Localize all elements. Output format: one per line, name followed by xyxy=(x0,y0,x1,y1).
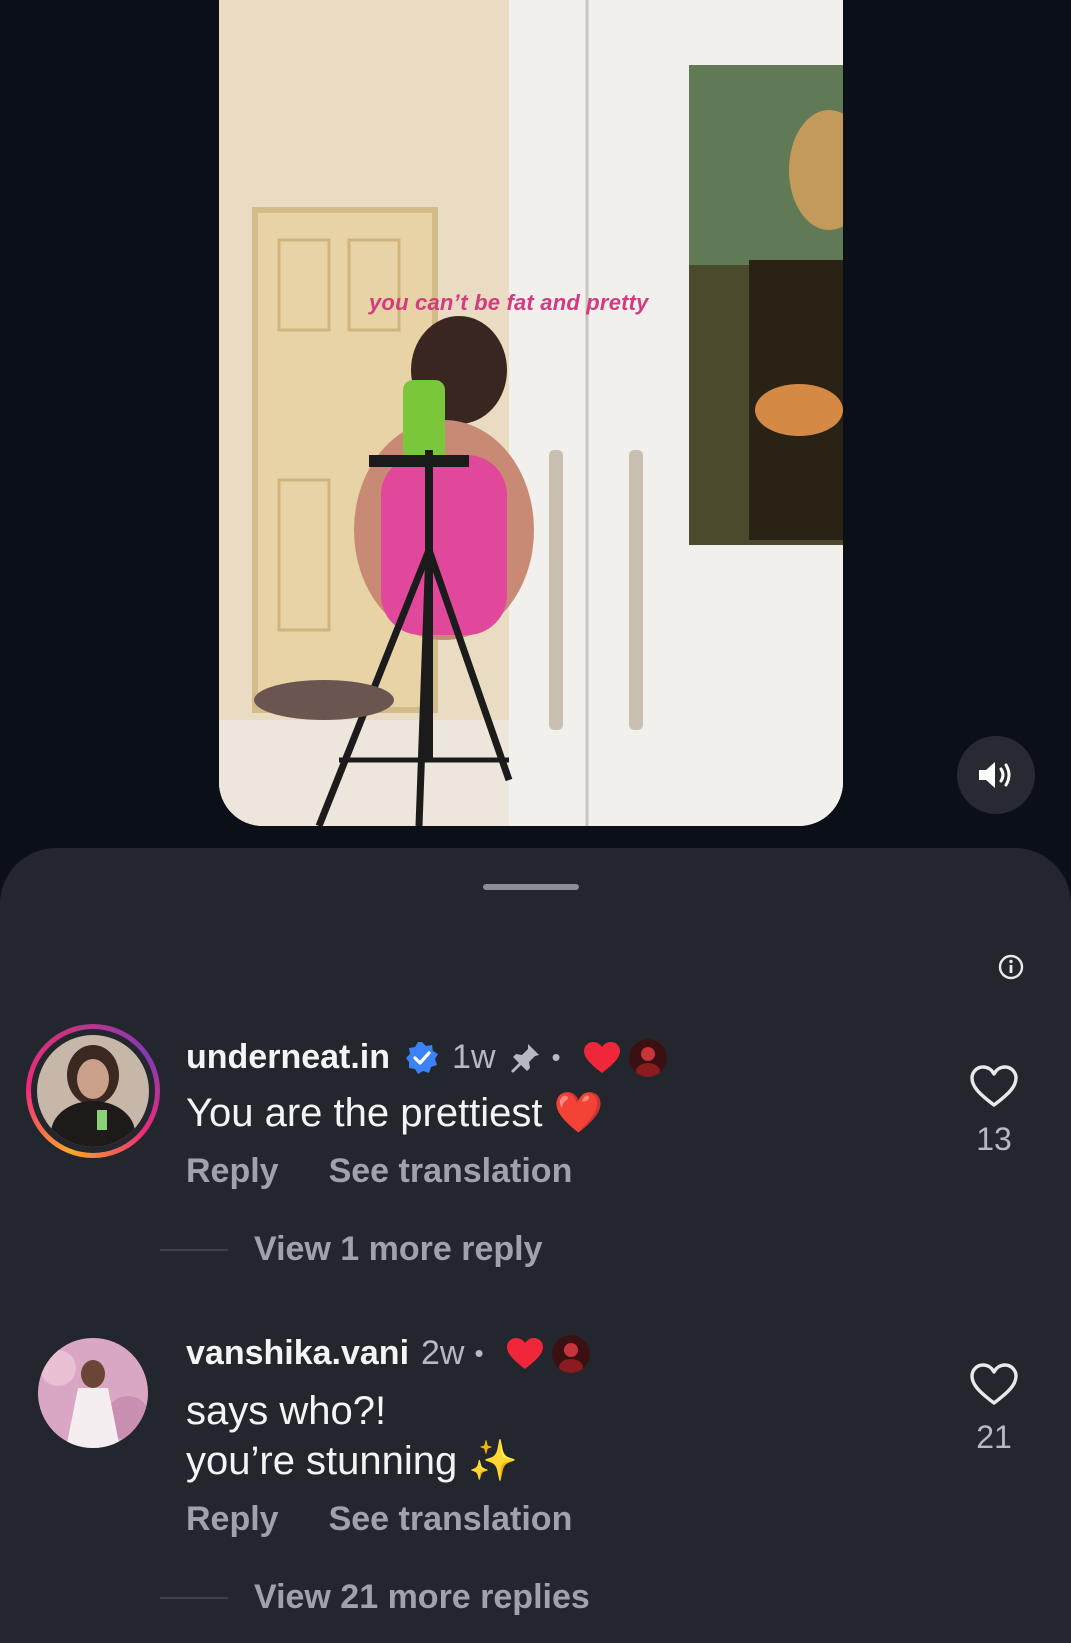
like-count: 13 xyxy=(976,1121,1012,1157)
comment-username[interactable]: underneat.in xyxy=(186,1038,390,1077)
sheet-drag-handle[interactable] xyxy=(483,884,579,890)
comment-like-button[interactable]: 13 xyxy=(960,1064,1028,1158)
video-player[interactable]: you can’t be fat and pretty xyxy=(219,0,843,826)
reply-button[interactable]: Reply xyxy=(186,1152,279,1191)
reply-button[interactable]: Reply xyxy=(186,1500,279,1539)
comment-text-line-2: you’re stunning ✨ xyxy=(186,1439,519,1483)
view-replies-button[interactable]: View 21 more replies xyxy=(160,1578,590,1617)
see-translation-button[interactable]: See translation xyxy=(329,1152,573,1191)
comment-like-button[interactable]: 21 xyxy=(960,1362,1028,1456)
see-translation-button[interactable]: See translation xyxy=(329,1500,573,1539)
avatar-story-ring[interactable] xyxy=(26,1024,160,1158)
separator-dot: • xyxy=(551,1042,561,1072)
avatar xyxy=(37,1035,149,1147)
like-heart-outline-icon xyxy=(970,1065,1018,1107)
replies-divider-line xyxy=(160,1248,228,1251)
creator-mini-avatar xyxy=(628,1038,667,1077)
creator-mini-avatar xyxy=(551,1334,590,1373)
view-replies-label: View 1 more reply xyxy=(254,1230,543,1268)
comment-header: vanshika.vani 2w • xyxy=(186,1334,590,1373)
video-frame-scene xyxy=(219,0,843,826)
view-replies-button[interactable]: View 1 more reply xyxy=(160,1230,543,1269)
comment-header: underneat.in 1w • xyxy=(186,1038,667,1077)
view-replies-label: View 21 more replies xyxy=(254,1578,590,1616)
comment-text: You are the prettiest ❤️ xyxy=(186,1091,604,1135)
comment-actions: Reply See translation xyxy=(186,1500,572,1539)
separator-dot: • xyxy=(474,1338,484,1368)
comment-username[interactable]: vanshika.vani xyxy=(186,1334,409,1373)
comment-text-line-1: says who?! xyxy=(186,1389,387,1433)
verified-icon xyxy=(406,1041,439,1074)
like-count: 21 xyxy=(976,1419,1012,1455)
creator-liked-heart-icon xyxy=(583,1041,620,1073)
creator-liked-heart-icon xyxy=(506,1337,543,1369)
sound-icon xyxy=(979,762,1011,788)
info-icon[interactable] xyxy=(998,954,1024,980)
comment-time: 1w xyxy=(452,1038,496,1076)
comment-time: 2w xyxy=(421,1334,465,1372)
video-overlay-caption: you can’t be fat and pretty xyxy=(369,290,649,315)
comment-actions: Reply See translation xyxy=(186,1152,572,1191)
pin-icon xyxy=(510,1043,539,1073)
replies-divider-line xyxy=(160,1596,228,1599)
sound-toggle-button[interactable] xyxy=(957,736,1035,814)
like-heart-outline-icon xyxy=(970,1363,1018,1405)
avatar[interactable] xyxy=(38,1338,148,1448)
